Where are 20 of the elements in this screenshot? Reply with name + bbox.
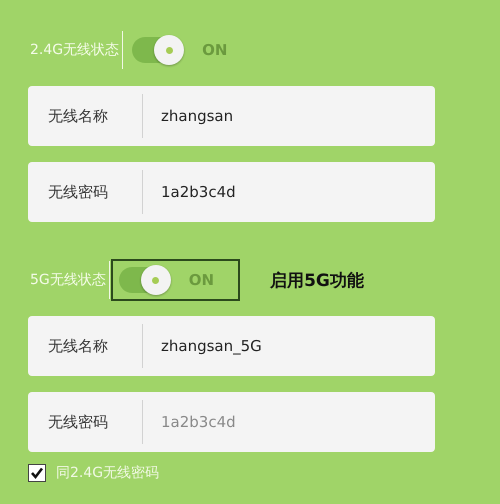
field-value: zhangsan <box>161 107 234 125</box>
field-label: 无线名称 <box>48 336 109 356</box>
input-field[interactable]: 无线名称 zhangsan <box>28 86 435 146</box>
field-label: 无线密码 <box>48 182 109 202</box>
annotation-text: 启用5G功能 <box>270 270 364 292</box>
toggle-state-label: ON <box>188 271 214 289</box>
field-value: 1a2b3c4d <box>161 413 236 431</box>
field-label: 无线名称 <box>48 106 109 126</box>
field-value: zhangsan_5G <box>161 337 262 355</box>
checkbox[interactable] <box>28 464 46 482</box>
toggle-state-label: ON <box>202 41 228 59</box>
status-label: 5G无线状态 <box>30 271 106 289</box>
field-label: 无线密码 <box>48 412 109 432</box>
toggle-switch[interactable] <box>118 267 171 293</box>
checkbox-label: 同2.4G无线密码 <box>56 464 160 482</box>
status-label: 2.4G无线状态 <box>30 41 120 59</box>
field-value: 1a2b3c4d <box>161 183 236 201</box>
input-field[interactable]: 无线密码 1a2b3c4d <box>28 162 435 222</box>
input-field[interactable]: 无线名称 zhangsan_5G <box>28 316 435 376</box>
toggle-switch[interactable] <box>132 37 184 63</box>
